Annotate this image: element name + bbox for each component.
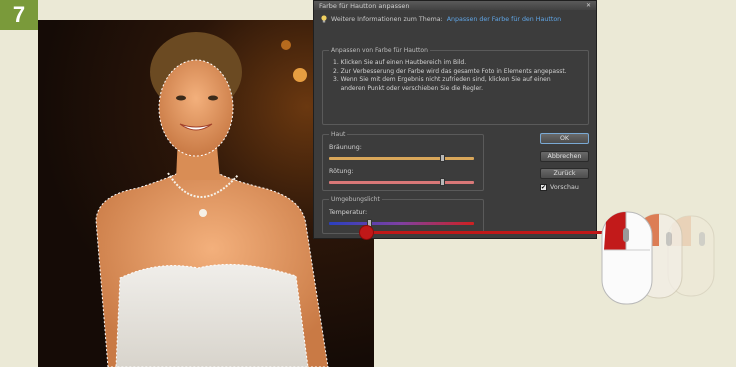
ok-button[interactable]: OK: [540, 133, 589, 144]
instruction-step: 3. Wenn Sie mit dem Ergebnis nicht zufri…: [333, 76, 551, 84]
tan-label: Bräunung:: [329, 144, 362, 151]
ambient-light-group: Umgebungslicht Temperatur:: [322, 196, 484, 234]
temperature-label: Temperatur:: [329, 209, 368, 216]
instructions-list: 1. Klicken Sie auf einen Hautbereich im …: [333, 59, 588, 93]
help-link[interactable]: Anpassen der Farbe für den Hautton: [447, 16, 561, 23]
skin-legend: Haut: [331, 131, 346, 138]
preview-checkbox[interactable]: ✔: [540, 184, 547, 191]
mouse-click-illustration: [601, 211, 715, 305]
temperature-slider-track[interactable]: [329, 222, 474, 225]
tan-slider-track[interactable]: [329, 157, 474, 160]
info-text: Weitere Informationen zum Thema:: [331, 15, 443, 23]
preview-row: ✔ Vorschau: [540, 184, 579, 191]
instruction-step: 1. Klicken Sie auf einen Hautbereich im …: [333, 59, 467, 66]
step-number-badge: 7: [0, 0, 38, 30]
close-icon[interactable]: ✕: [586, 2, 591, 9]
tan-slider-thumb[interactable]: [439, 154, 445, 162]
cancel-button[interactable]: Abbrechen: [540, 151, 589, 162]
info-row: Weitere Informationen zum Thema: Anpasse…: [321, 15, 561, 23]
blush-slider-thumb[interactable]: [439, 178, 445, 186]
skin-tone-dialog: Farbe für Hautton anpassen ✕ Weitere Inf…: [313, 0, 597, 239]
instructions-group: Anpassen von Farbe für Hautton 1. Klicke…: [322, 47, 589, 125]
instruction-step: anderen Punkt oder verschieben Sie die R…: [333, 84, 483, 92]
blush-label: Rötung:: [329, 168, 354, 175]
instructions-legend: Anpassen von Farbe für Hautton: [331, 47, 428, 54]
ambient-legend: Umgebungslicht: [331, 196, 380, 203]
dialog-titlebar[interactable]: Farbe für Hautton anpassen ✕: [314, 1, 596, 10]
annotation-pointer-dot: [359, 225, 374, 240]
annotation-pointer-line: [366, 231, 606, 234]
skin-group: Haut Bräunung: Rötung:: [322, 131, 484, 191]
reset-button[interactable]: Zurück: [540, 168, 589, 179]
blush-slider-track[interactable]: [329, 181, 474, 184]
preview-label: Vorschau: [550, 184, 579, 191]
lightbulb-icon: [321, 15, 327, 23]
dialog-title: Farbe für Hautton anpassen: [319, 1, 410, 10]
instruction-step: 2. Zur Verbesserung der Farbe wird das g…: [333, 67, 567, 75]
